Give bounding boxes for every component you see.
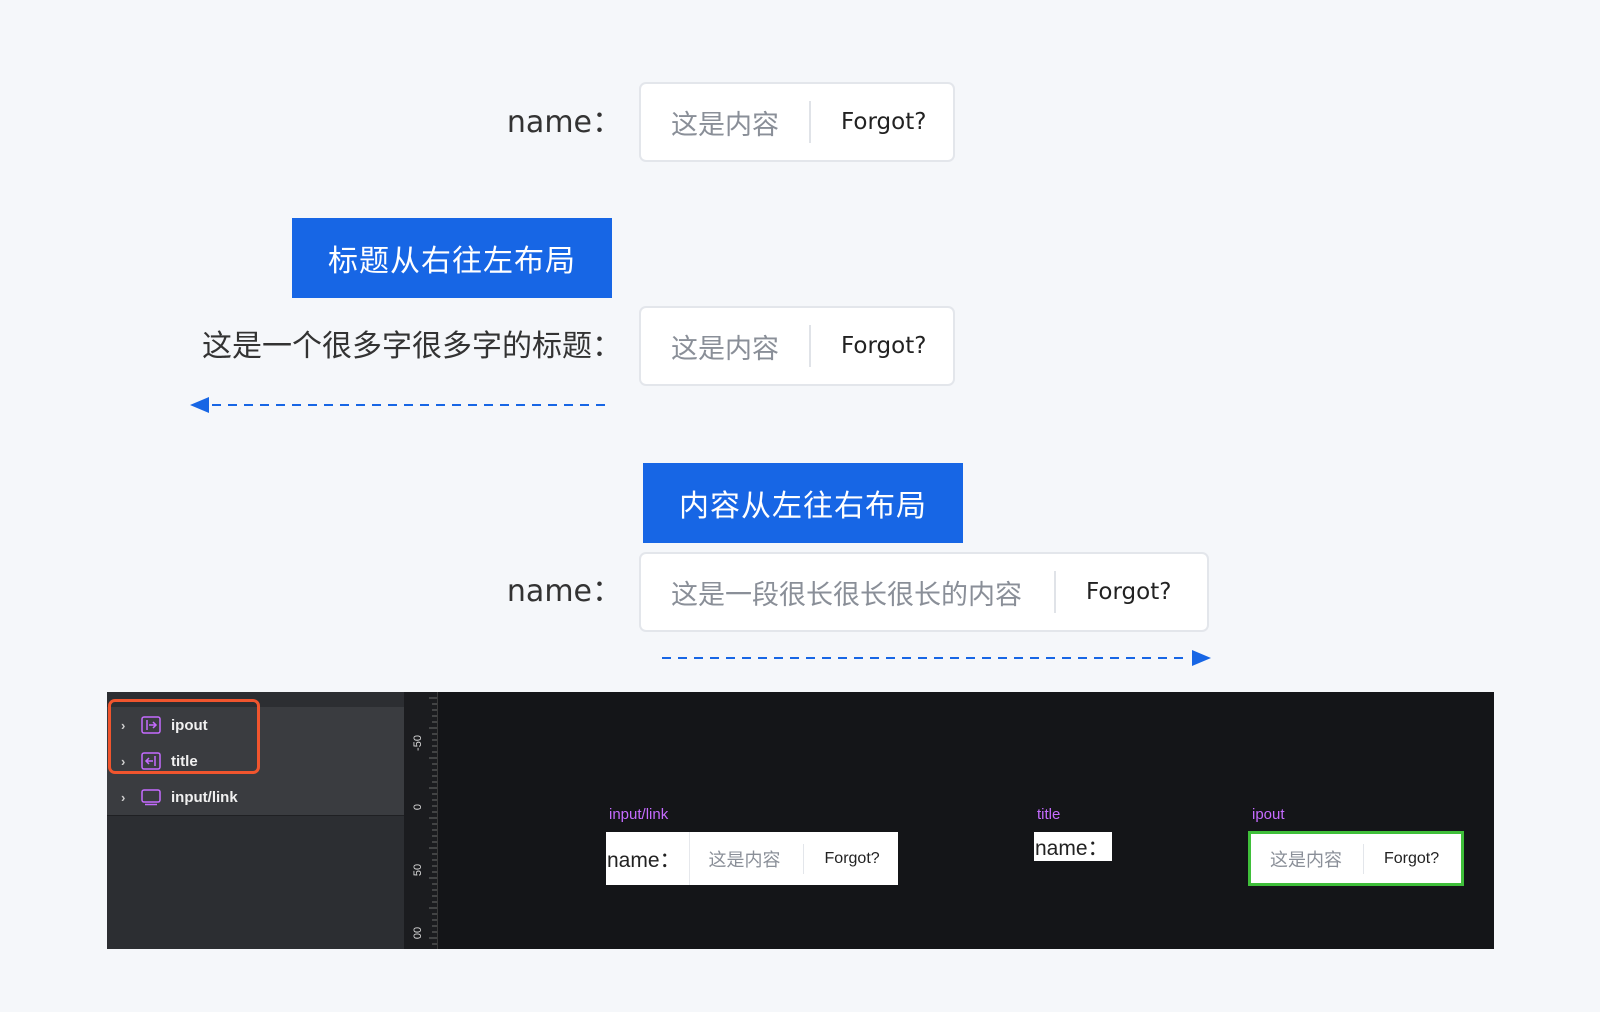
row1-input-value: 这是内容 xyxy=(671,109,779,141)
arrow-right-icon xyxy=(662,650,1211,666)
canvas-forgot-link[interactable]: Forgot? xyxy=(825,850,880,868)
divider xyxy=(802,843,804,874)
design-inspector-panel: › ipout › title › input/link -50 0 50 00… xyxy=(107,692,1494,949)
layers-panel: › ipout › title › input/link xyxy=(107,692,405,949)
canvas-tag-title: title xyxy=(1037,806,1061,823)
row2-input-value: 这是内容 xyxy=(671,333,779,365)
row3-input-value: 这是一段很长很长很长的内容 xyxy=(671,579,1022,611)
canvas-label: name： xyxy=(607,848,681,872)
row2-input[interactable]: 这是内容 Forgot? xyxy=(639,306,955,386)
frame-icon xyxy=(141,789,161,806)
canvas-input-link[interactable]: name： 这是内容 Forgot? xyxy=(606,832,898,885)
ruler-label: -50 xyxy=(412,735,424,751)
title-rtl-banner: 标题从右往左布局 xyxy=(292,218,612,298)
canvas-tag-ipout: ipout xyxy=(1252,806,1285,823)
canvas-value: 这是内容 xyxy=(1270,849,1342,870)
canvas-tag-input-link: input/link xyxy=(609,806,669,823)
canvas-forgot-link[interactable]: Forgot? xyxy=(1384,850,1439,868)
row2-label: 这是一个很多字很多字的标题： xyxy=(202,329,622,364)
layer-input-link[interactable]: › input/link xyxy=(107,779,404,816)
divider xyxy=(1363,843,1364,874)
chevron-right-icon[interactable]: › xyxy=(121,790,133,805)
canvas-ipout[interactable]: 这是内容 Forgot? xyxy=(1248,831,1464,886)
divider xyxy=(688,832,690,885)
ruler-label: 50 xyxy=(412,863,424,877)
row3-label: name： xyxy=(506,574,622,609)
vertical-ruler: -50 0 50 00 xyxy=(404,692,438,949)
ruler-label: 0 xyxy=(412,803,424,811)
ruler-label: 00 xyxy=(412,926,424,940)
divider xyxy=(809,325,811,367)
forgot-link[interactable]: Forgot? xyxy=(841,109,926,135)
canvas-label: name： xyxy=(1035,836,1109,860)
row1-label: name： xyxy=(506,105,622,140)
divider xyxy=(1054,571,1056,613)
canvas-title[interactable]: name： xyxy=(1034,832,1112,861)
arrow-left-icon xyxy=(190,397,612,413)
forgot-link[interactable]: Forgot? xyxy=(841,333,926,359)
selection-highlight xyxy=(108,699,260,774)
row1-input[interactable]: 这是内容 Forgot? xyxy=(639,82,955,162)
row3-input[interactable]: 这是一段很长很长很长的内容 Forgot? xyxy=(639,552,1209,632)
layer-label: input/link xyxy=(171,788,238,806)
content-ltr-banner: 内容从左往右布局 xyxy=(643,463,963,543)
divider xyxy=(809,101,811,143)
canvas-value: 这是内容 xyxy=(708,849,781,870)
forgot-link[interactable]: Forgot? xyxy=(1086,579,1171,605)
